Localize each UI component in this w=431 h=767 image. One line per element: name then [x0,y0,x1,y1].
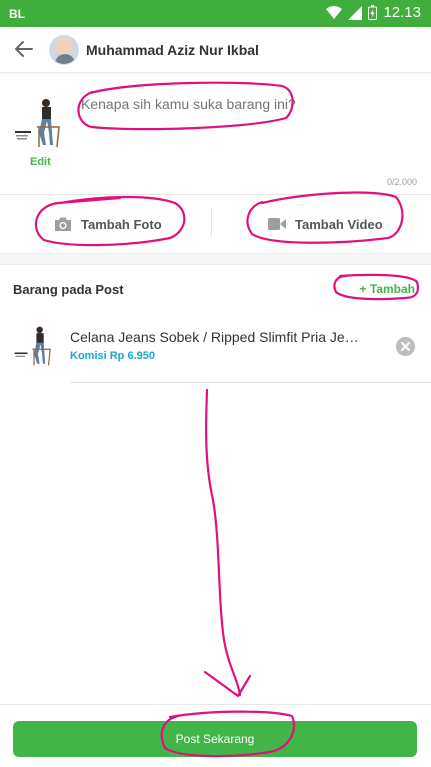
character-counter: 0/2.000 [386,177,417,187]
section-separator [0,253,431,265]
app-bar: Muhammad Aziz Nur Ikbal [0,27,431,73]
annotation-arrow-head [203,670,252,698]
annotation-arrow-shaft [204,388,242,697]
add-photo-button[interactable]: Tambah Foto [54,195,162,253]
status-icons: 12.13 [326,4,421,21]
add-video-label: Tambah Video [295,216,383,232]
battery-icon [368,5,378,20]
avatar [49,35,79,65]
post-now-button[interactable]: Post Sekarang [13,721,417,757]
camera-icon [55,217,71,231]
products-section-title: Barang pada Post [13,282,124,297]
carrier-label: BL [9,7,25,21]
status-bar: BL 12.13 [0,0,431,27]
product-image [13,325,55,367]
clock: 12.13 [383,4,421,21]
add-photo-label: Tambah Foto [81,216,162,232]
add-video-button[interactable]: Tambah Video [268,195,383,253]
product-commission: Komisi Rp 6.950 [70,350,155,362]
remove-product-icon[interactable] [396,337,415,356]
edit-thumbnail-link[interactable]: Edit [30,156,51,168]
product-name: Celana Jeans Sobek / Ripped Slimfit Pria… [70,329,360,345]
products-section-header: Barang pada Post + Tambah [0,266,431,312]
product-thumbnail[interactable] [13,97,65,149]
item-divider [70,382,431,383]
video-camera-icon [268,218,286,230]
back-arrow-icon[interactable] [12,37,36,61]
wifi-icon [326,5,343,19]
post-composer [0,73,431,195]
list-item[interactable]: Celana Jeans Sobek / Ripped Slimfit Pria… [0,313,431,383]
add-product-link[interactable]: + Tambah [360,282,415,296]
page-title: Muhammad Aziz Nur Ikbal [86,42,259,58]
footer: Post Sekarang [0,704,431,767]
signal-icon [348,5,363,20]
caption-input[interactable] [81,96,381,112]
media-divider [211,209,212,237]
media-buttons: Tambah Foto Tambah Video [0,195,431,253]
